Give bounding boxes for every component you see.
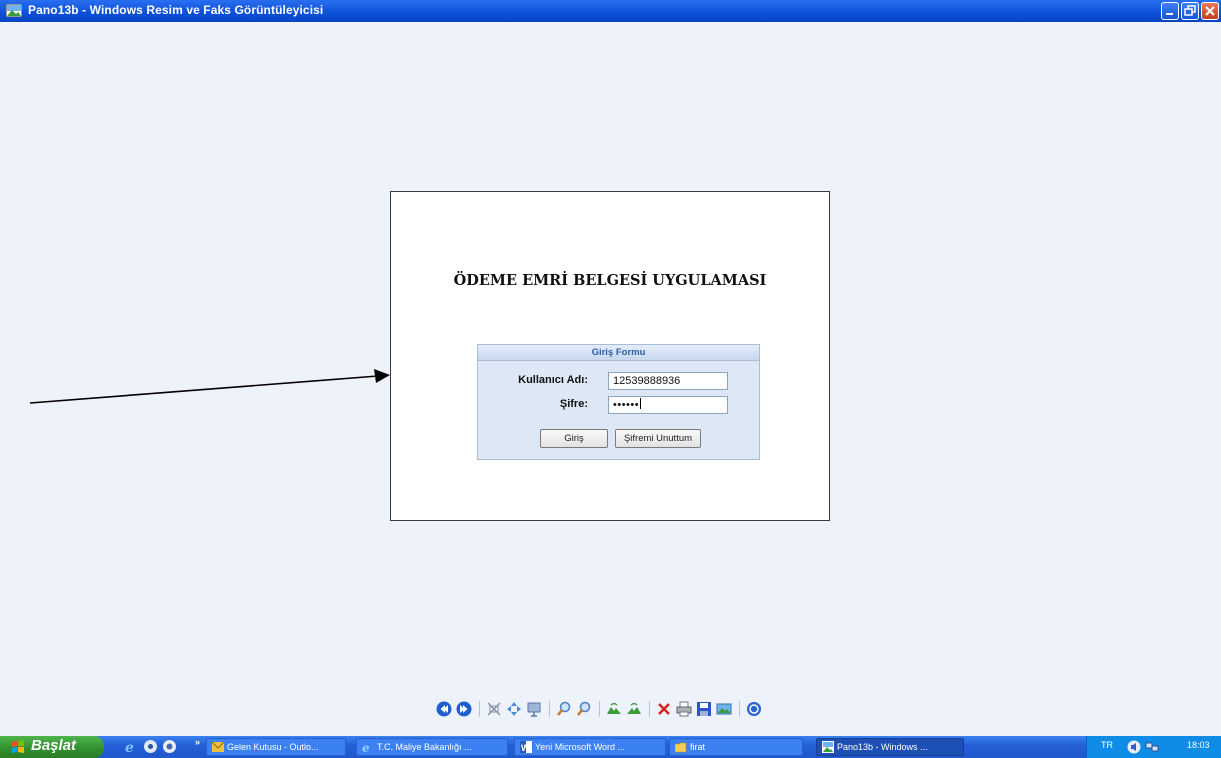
print-icon[interactable]: [676, 701, 692, 717]
password-field[interactable]: ••••••: [608, 396, 728, 414]
displayed-image: ÖDEME EMRİ BELGESİ UYGULAMASI Giriş Form…: [390, 191, 830, 521]
taskbar: Başlat e » Gelen Kutusu - Outlo... e T.C…: [0, 736, 1221, 758]
restore-icon: [1184, 5, 1196, 16]
forgot-password-button[interactable]: Şifremi Unuttum: [615, 429, 701, 448]
window-titlebar[interactable]: Pano13b - Windows Resim ve Faks Görüntül…: [0, 0, 1221, 22]
task-label: Pano13b - Windows ...: [837, 742, 928, 752]
task-word[interactable]: W Yeni Microsoft Word ...: [514, 738, 666, 756]
language-indicator[interactable]: TR: [1101, 740, 1113, 750]
username-field[interactable]: 12539888936: [608, 372, 728, 390]
folder-icon: [675, 742, 687, 753]
next-icon[interactable]: [456, 701, 472, 717]
close-icon: [1205, 6, 1215, 16]
save-icon[interactable]: [696, 701, 712, 717]
start-button[interactable]: Başlat: [0, 736, 104, 758]
task-label: T.C. Maliye Bakanlığı ...: [377, 742, 472, 752]
network-icon[interactable]: [1145, 740, 1159, 754]
rotate-clockwise-icon[interactable]: [606, 701, 622, 717]
media-player-icon[interactable]: [143, 739, 158, 754]
quicklaunch-more-button[interactable]: »: [195, 737, 200, 747]
task-label: firat: [690, 742, 706, 752]
svg-text:W: W: [521, 743, 530, 753]
task-label: Yeni Microsoft Word ...: [535, 742, 626, 752]
slideshow-icon[interactable]: [526, 701, 542, 717]
show-desktop-icon[interactable]: [162, 739, 177, 754]
text-caret: [640, 398, 642, 409]
toolbar-separator: [479, 701, 480, 717]
minimize-button[interactable]: [1161, 2, 1179, 20]
task-internet-explorer[interactable]: e T.C. Maliye Bakanlığı ...: [356, 738, 508, 756]
login-form: Giriş Formu Kullanıcı Adı: 12539888936 Ş…: [477, 344, 760, 460]
image-viewer-icon: [6, 4, 22, 17]
start-label: Başlat: [31, 737, 77, 754]
word-icon: W: [520, 741, 532, 753]
previous-icon[interactable]: [436, 701, 452, 717]
toolbar-separator: [599, 701, 600, 717]
actual-size-icon[interactable]: [506, 701, 522, 717]
toolbar-separator: [549, 701, 550, 717]
toolbar-separator: [739, 701, 740, 717]
restore-button[interactable]: [1181, 2, 1199, 20]
zoom-out-icon[interactable]: [576, 701, 592, 717]
login-button[interactable]: Giriş: [540, 429, 608, 448]
svg-text:e: e: [362, 741, 370, 753]
system-tray: TR 18:03: [1086, 736, 1221, 758]
ie-icon: e: [362, 741, 370, 753]
close-button[interactable]: [1201, 2, 1219, 20]
delete-icon[interactable]: [656, 701, 672, 717]
open-editor-icon[interactable]: [716, 701, 732, 717]
task-outlook[interactable]: Gelen Kutusu - Outlo...: [206, 738, 346, 756]
svg-text:e: e: [125, 740, 134, 754]
task-folder[interactable]: firat: [669, 738, 803, 756]
login-form-header: Giriş Formu: [478, 345, 759, 361]
minimize-icon: [1166, 13, 1173, 15]
viewer-toolbar: [436, 699, 796, 719]
username-label: Kullanıcı Adı:: [518, 374, 588, 386]
password-label: Şifre:: [559, 398, 588, 410]
clock: 18:03: [1187, 740, 1210, 750]
password-value: ••••••: [613, 399, 640, 411]
best-fit-icon[interactable]: [486, 701, 502, 717]
outlook-icon: [212, 741, 224, 752]
toolbar-separator: [649, 701, 650, 717]
image-viewer-icon: [822, 741, 834, 753]
window-title: Pano13b - Windows Resim ve Faks Görüntül…: [28, 3, 324, 17]
help-icon[interactable]: [746, 701, 762, 717]
windows-logo-icon: [12, 740, 24, 753]
rotate-counterclockwise-icon[interactable]: [626, 701, 642, 717]
document-heading: ÖDEME EMRİ BELGESİ UYGULAMASI: [453, 272, 767, 289]
volume-icon[interactable]: [1127, 740, 1141, 754]
task-image-viewer[interactable]: Pano13b - Windows ...: [816, 738, 964, 756]
ie-icon[interactable]: e: [124, 739, 139, 754]
task-label: Gelen Kutusu - Outlo...: [227, 742, 319, 752]
zoom-in-icon[interactable]: [556, 701, 572, 717]
